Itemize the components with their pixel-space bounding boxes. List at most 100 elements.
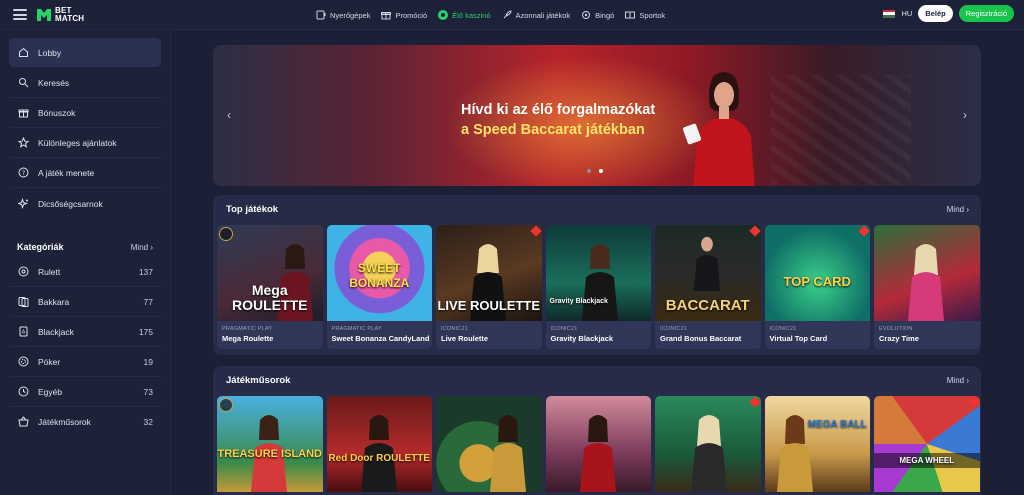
game-thumbnail: BACCARAT xyxy=(655,225,761,321)
sidebar-item-how-to-play[interactable]: ? A játék menete xyxy=(9,158,161,187)
blackjack-icon: A xyxy=(18,326,29,337)
game-thumbnail: MEGA BALL xyxy=(764,396,870,492)
nav-sports[interactable]: Sportok xyxy=(625,10,665,20)
category-blackjack[interactable]: A Blackjack 175 xyxy=(9,317,161,346)
logo-mark-icon xyxy=(37,8,51,21)
sidebar-item-lobby[interactable]: Lobby xyxy=(9,38,161,67)
game-card[interactable]: Mega ROULETTE PRAGMATIC PLAY Mega Roulet… xyxy=(217,225,323,349)
game-card[interactable]: SWEET BONANZA PRAGMATIC PLAY Sweet Bonan… xyxy=(326,225,432,349)
roulette-icon xyxy=(18,266,29,277)
game-name: Virtual Top Card xyxy=(769,334,828,343)
category-count: 32 xyxy=(143,416,153,427)
host-image xyxy=(579,415,616,492)
promo-banner[interactable]: Hívd ki az élő forgalmazókat a Speed Bac… xyxy=(213,45,981,186)
game-info: EVOLUTION Crazy Time xyxy=(874,321,980,349)
svg-text:?: ? xyxy=(22,169,25,177)
game-provider: ICONIC21 xyxy=(769,326,797,332)
game-thumbnail: Gravity Blackjack xyxy=(545,225,651,321)
banner-dot[interactable] xyxy=(599,169,603,173)
svg-text:A: A xyxy=(22,330,26,336)
game-card[interactable]: BACCARAT ICONIC21 Grand Bonus Baccarat xyxy=(655,225,761,349)
account-controls: HU Belép Regisztráció xyxy=(883,5,1014,22)
game-thumbnail: SWEET BONANZA xyxy=(326,225,432,321)
sidebar-item-special-offers[interactable]: Különleges ajánlatok xyxy=(9,128,161,157)
dealer-image xyxy=(683,72,755,186)
search-icon xyxy=(18,77,29,88)
game-card[interactable]: Gravity Blackjack ICONIC21 Gravity Black… xyxy=(545,225,651,349)
game-card[interactable]: MEGA WHEEL xyxy=(874,396,980,492)
section-title: Játékműsorok xyxy=(226,375,291,386)
poker-chip-icon xyxy=(18,356,29,367)
sidebar-item-bonuses[interactable]: Bónuszok xyxy=(9,98,161,127)
pin-icon xyxy=(967,396,980,408)
logo[interactable]: BET MATCH xyxy=(36,6,84,23)
nav-bingo[interactable]: Bingó xyxy=(581,10,614,20)
badge-icon xyxy=(219,398,233,412)
divider xyxy=(9,187,161,188)
section-title: Top játékok xyxy=(226,204,279,215)
game-info: PRAGMATIC PLAY Sweet Bonanza CandyLand xyxy=(326,321,432,349)
top-games-more-link[interactable]: Mind › xyxy=(947,205,969,214)
game-card[interactable] xyxy=(545,396,651,492)
gift-icon xyxy=(18,107,29,118)
game-thumbnail: TREASURE ISLAND xyxy=(217,396,323,492)
top-games-section: Top játékok Mind › Mega ROULETTE PRAGMAT… xyxy=(213,195,981,355)
banner-prev-button[interactable]: ‹ xyxy=(222,108,236,122)
game-thumbnail: TOP CARD xyxy=(764,225,870,321)
banner-pagination xyxy=(587,169,603,173)
game-name: Mega Roulette xyxy=(222,334,274,343)
host-image xyxy=(490,415,526,492)
home-icon xyxy=(18,47,29,58)
nav-live-casino[interactable]: Élő kaszinó xyxy=(438,10,491,20)
game-thumbnail xyxy=(874,225,980,321)
game-card[interactable]: TREASURE ISLAND xyxy=(217,396,323,492)
game-card[interactable] xyxy=(436,396,542,492)
categories-title: Kategóriák xyxy=(17,242,64,252)
game-provider: ICONIC21 xyxy=(660,326,687,332)
login-button[interactable]: Belép xyxy=(918,5,953,22)
register-button[interactable]: Regisztráció xyxy=(958,5,1014,22)
category-poker[interactable]: Póker 19 xyxy=(9,347,161,376)
sparkle-icon xyxy=(18,198,29,209)
category-roulette[interactable]: Rulett 137 xyxy=(9,257,161,286)
language-selector[interactable]: HU xyxy=(901,9,912,18)
category-baccarat[interactable]: Bakkara 77 xyxy=(9,287,161,316)
nav-slots[interactable]: Nyerőgépek xyxy=(316,10,370,20)
nav-instant-games[interactable]: Azonnali játékok xyxy=(502,10,570,20)
game-thumbnail: LIVE ROULETTE xyxy=(436,225,542,321)
sidebar-item-search[interactable]: Keresés xyxy=(9,68,161,97)
game-info: ICONIC21 Grand Bonus Baccarat xyxy=(655,321,761,349)
category-count: 77 xyxy=(143,296,153,307)
category-other[interactable]: Egyéb 73 xyxy=(9,377,161,406)
banner-next-button[interactable]: › xyxy=(958,108,972,122)
game-card[interactable]: LIVE ROULETTE ICONIC21 Live Roulette xyxy=(436,225,542,349)
game-shows-more-link[interactable]: Mind › xyxy=(947,376,969,385)
banner-title: Hívd ki az élő forgalmazókat a Speed Bac… xyxy=(461,102,656,138)
category-game-shows[interactable]: Játékműsorok 32 xyxy=(9,407,161,436)
gift-icon xyxy=(381,12,392,20)
show-icon xyxy=(18,416,29,427)
category-count: 175 xyxy=(138,326,153,337)
game-card[interactable] xyxy=(655,396,761,492)
game-card[interactable]: Red Door ROULETTE xyxy=(326,396,432,492)
game-card[interactable]: EVOLUTION Crazy Time xyxy=(874,225,980,349)
game-card[interactable]: MEGA BALL xyxy=(764,396,870,492)
dealer-image xyxy=(908,244,944,321)
game-provider: PRAGMATIC PLAY xyxy=(331,326,382,332)
game-grid: TREASURE ISLAND Red Door ROULETTE MEGA B… xyxy=(217,396,980,492)
banner-cards-pattern xyxy=(771,75,911,185)
hungary-flag-icon[interactable] xyxy=(883,9,896,18)
cards-icon xyxy=(18,296,29,307)
help-icon: ? xyxy=(18,167,29,178)
game-card[interactable]: TOP CARD ICONIC21 Virtual Top Card xyxy=(764,225,870,349)
sidebar-item-hall-of-fame[interactable]: Dicsőségcsarnok xyxy=(9,189,161,218)
nav-promotions[interactable]: Promóció xyxy=(381,10,427,20)
star-icon xyxy=(18,137,29,148)
banner-dot[interactable] xyxy=(587,169,591,173)
game-info: PRAGMATIC PLAY Mega Roulette xyxy=(217,321,323,349)
game-provider: ICONIC21 xyxy=(550,326,578,332)
categories-all-link[interactable]: Mind › xyxy=(131,243,153,252)
menu-icon[interactable] xyxy=(13,9,27,20)
game-name: Grand Bonus Baccarat xyxy=(660,334,742,343)
game-grid: Mega ROULETTE PRAGMATIC PLAY Mega Roulet… xyxy=(217,225,980,349)
